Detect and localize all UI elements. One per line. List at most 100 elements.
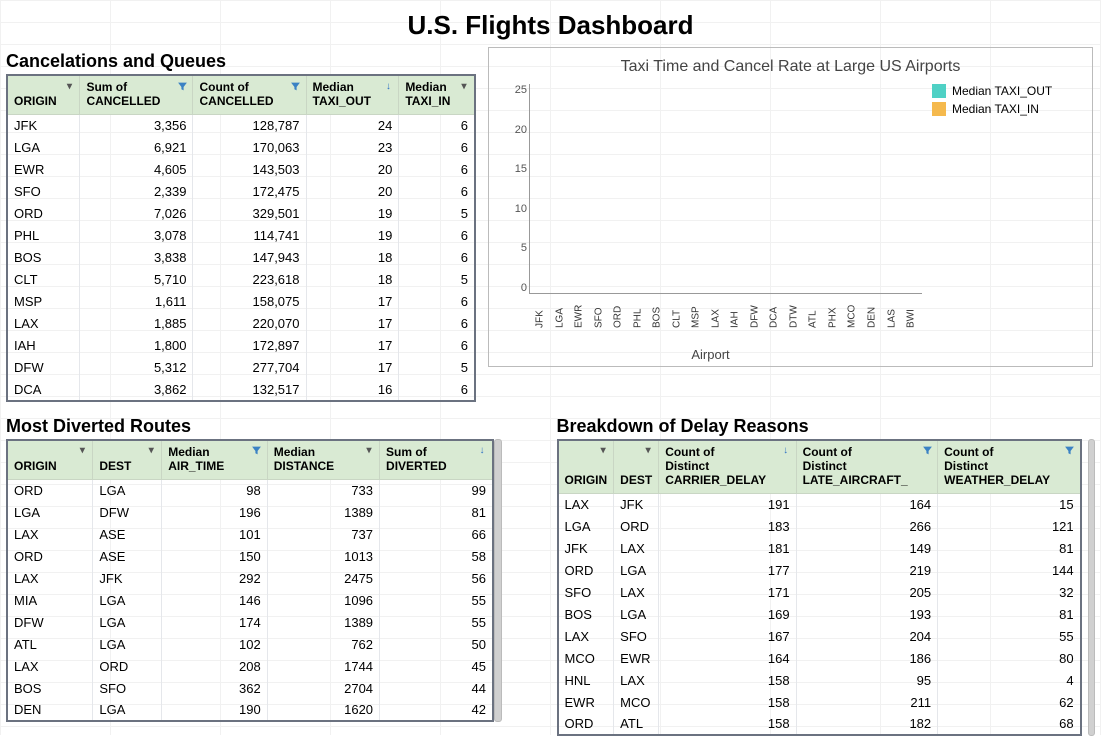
filter-icon[interactable] [1064, 445, 1076, 457]
table-row[interactable]: DFW5,312277,704175 [7, 357, 475, 379]
column-header[interactable]: Sum ofDIVERTED↓ [380, 440, 493, 480]
column-header[interactable]: MedianAIR_TIME [162, 440, 268, 480]
table-row[interactable]: DCA3,862132,517166 [7, 379, 475, 401]
column-header[interactable]: ORIGIN▾ [7, 440, 93, 480]
cell-median-taxi-out: 18 [306, 247, 399, 269]
column-header[interactable]: ORIGIN▾ [7, 75, 80, 115]
table-row[interactable]: ORDLGA177219144 [558, 559, 1081, 581]
chevron-down-icon[interactable]: ▾ [363, 445, 375, 457]
sort-descending-icon[interactable]: ↓ [780, 445, 792, 457]
filter-icon[interactable] [251, 445, 263, 457]
column-header[interactable]: DEST▾ [93, 440, 162, 480]
section-title-delay: Breakdown of Delay Reasons [557, 416, 1101, 437]
table-row[interactable]: SFOLAX17120532 [558, 581, 1081, 603]
cell-origin: CLT [7, 269, 80, 291]
chevron-down-icon[interactable]: ▾ [63, 80, 75, 92]
cell-dest: SFO [93, 677, 162, 699]
table-row[interactable]: LAXJFK19116415 [558, 493, 1081, 515]
cell-origin: ORD [558, 559, 614, 581]
chevron-down-icon[interactable]: ▾ [597, 445, 609, 457]
column-header[interactable]: MedianDISTANCE▾ [267, 440, 379, 480]
table-row[interactable]: EWR4,605143,503206 [7, 159, 475, 181]
table-row[interactable]: ORDLGA9873399 [7, 479, 493, 501]
column-header[interactable]: MedianTAXI_OUT↓ [306, 75, 399, 115]
cell-carrier-delay: 158 [659, 691, 796, 713]
table-row[interactable]: BOSLGA16919381 [558, 603, 1081, 625]
table-row[interactable]: BOSSFO362270444 [7, 677, 493, 699]
filter-icon[interactable] [290, 80, 302, 92]
taxi-chart[interactable]: Taxi Time and Cancel Rate at Large US Ai… [488, 47, 1093, 367]
cell-distance: 762 [267, 633, 379, 655]
table-row[interactable]: LGA6,921170,063236 [7, 137, 475, 159]
cell-median-taxi-in: 5 [399, 203, 475, 225]
table-row[interactable]: BOS3,838147,943186 [7, 247, 475, 269]
column-header[interactable]: Sum ofCANCELLED [80, 75, 193, 115]
cell-distance: 737 [267, 523, 379, 545]
cell-diverted: 45 [380, 655, 493, 677]
cell-dest: LGA [93, 611, 162, 633]
column-header[interactable]: ORIGIN▾ [558, 440, 614, 494]
table-row[interactable]: LAXJFK292247556 [7, 567, 493, 589]
table-row[interactable]: LAXSFO16720455 [558, 625, 1081, 647]
column-header[interactable]: Count ofDistinct CARRIER_DELAY↓ [659, 440, 796, 494]
cell-origin: LAX [7, 523, 93, 545]
sort-descending-icon[interactable]: ↓ [476, 445, 488, 457]
chevron-down-icon[interactable]: ▾ [145, 445, 157, 457]
delay-table[interactable]: ORIGIN▾DEST▾Count ofDistinct CARRIER_DEL… [557, 439, 1082, 737]
cell-median-taxi-out: 19 [306, 203, 399, 225]
table-row[interactable]: ORDATL15818268 [558, 713, 1081, 735]
cell-median-taxi-out: 23 [306, 137, 399, 159]
cell-weather-delay: 144 [938, 559, 1081, 581]
cell-sum-cancelled: 5,710 [80, 269, 193, 291]
table-row[interactable]: MIALGA146109655 [7, 589, 493, 611]
chevron-down-icon[interactable]: ▾ [76, 445, 88, 457]
table-row[interactable]: LAXASE10173766 [7, 523, 493, 545]
table-row[interactable]: IAH1,800172,897176 [7, 335, 475, 357]
vertical-scrollbar[interactable] [1088, 439, 1095, 737]
cell-sum-cancelled: 5,312 [80, 357, 193, 379]
table-row[interactable]: LAX1,885220,070176 [7, 313, 475, 335]
table-row[interactable]: SFO2,339172,475206 [7, 181, 475, 203]
table-row[interactable]: LGADFW196138981 [7, 501, 493, 523]
column-header[interactable]: Count ofDistinct WEATHER_DELAY [938, 440, 1081, 494]
column-header[interactable]: MedianTAXI_IN▾ [399, 75, 475, 115]
diverted-table[interactable]: ORIGIN▾DEST▾MedianAIR_TIMEMedianDISTANCE… [6, 439, 494, 723]
column-header[interactable]: Count ofCANCELLED [193, 75, 306, 115]
table-row[interactable]: MCOEWR16418680 [558, 647, 1081, 669]
cell-median-taxi-out: 20 [306, 181, 399, 203]
filter-icon[interactable] [921, 445, 933, 457]
sort-descending-icon[interactable]: ↓ [382, 80, 394, 92]
cancel-table[interactable]: ORIGIN▾Sum ofCANCELLEDCount ofCANCELLEDM… [6, 74, 476, 402]
cell-origin: LGA [558, 515, 614, 537]
table-row[interactable]: LGAORD183266121 [558, 515, 1081, 537]
table-row[interactable]: LAXORD208174445 [7, 655, 493, 677]
table-row[interactable]: DENLGA190162042 [7, 699, 493, 721]
filter-icon[interactable] [176, 80, 188, 92]
table-row[interactable]: PHL3,078114,741196 [7, 225, 475, 247]
chevron-down-icon[interactable]: ▾ [458, 80, 470, 92]
x-tick-label: MSP [689, 294, 703, 328]
cell-weather-delay: 80 [938, 647, 1081, 669]
chevron-down-icon[interactable]: ▾ [642, 445, 654, 457]
table-row[interactable]: EWRMCO15821162 [558, 691, 1081, 713]
cell-dest: LGA [93, 633, 162, 655]
table-row[interactable]: DFWLGA174138955 [7, 611, 493, 633]
table-row[interactable]: ATLLGA10276250 [7, 633, 493, 655]
cell-dest: LGA [93, 479, 162, 501]
table-row[interactable]: JFKLAX18114981 [558, 537, 1081, 559]
cell-late-aircraft: 164 [796, 493, 938, 515]
cell-carrier-delay: 171 [659, 581, 796, 603]
column-header[interactable]: Count ofDistinct LATE_AIRCRAFT_ [796, 440, 938, 494]
table-row[interactable]: CLT5,710223,618185 [7, 269, 475, 291]
table-row[interactable]: ORD7,026329,501195 [7, 203, 475, 225]
cell-late-aircraft: 211 [796, 691, 938, 713]
table-row[interactable]: ORDASE150101358 [7, 545, 493, 567]
table-row[interactable]: HNLLAX158954 [558, 669, 1081, 691]
vertical-scrollbar[interactable] [494, 439, 502, 723]
table-row[interactable]: JFK3,356128,787246 [7, 115, 475, 137]
x-tick-label: PHX [826, 294, 840, 328]
x-tick-label: BWI [904, 294, 918, 328]
column-header[interactable]: DEST▾ [614, 440, 659, 494]
table-row[interactable]: MSP1,611158,075176 [7, 291, 475, 313]
cell-carrier-delay: 191 [659, 493, 796, 515]
